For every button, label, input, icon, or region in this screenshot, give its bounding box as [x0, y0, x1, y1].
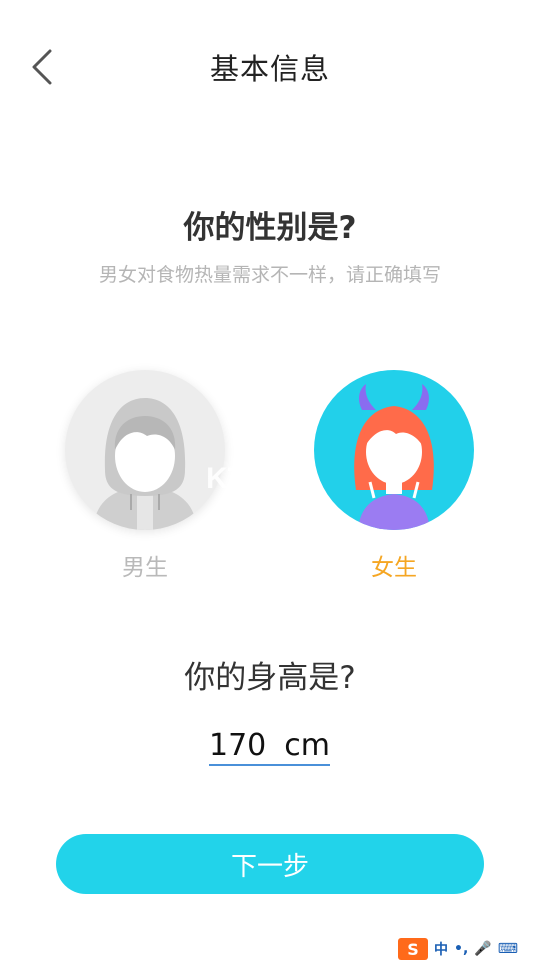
sogou-logo-icon[interactable]: S: [398, 938, 428, 960]
watermark-line2: .com: [261, 478, 291, 492]
ime-chinese-toggle[interactable]: 中: [434, 939, 448, 959]
ime-toolbar: S 中 •, 🎤 ⌨: [398, 938, 540, 960]
female-option[interactable]: [314, 370, 474, 530]
ime-punctuation-icon[interactable]: •,: [454, 941, 468, 957]
male-option[interactable]: [65, 370, 225, 530]
male-avatar: [65, 370, 225, 530]
height-value: 170: [209, 727, 267, 763]
gender-question: 你的性别是?: [183, 210, 357, 246]
ime-microphone-icon[interactable]: 🎤: [474, 941, 491, 957]
height-question: 你的身高是?: [184, 660, 356, 696]
female-avatar: [314, 370, 474, 530]
height-unit: cm: [284, 727, 330, 763]
watermark-line1: 游戏之家: [261, 465, 310, 479]
height-input[interactable]: 170 cm: [209, 726, 330, 766]
page-title: 基本信息: [209, 52, 330, 86]
header: 基本信息: [0, 0, 540, 134]
next-step-button[interactable]: 下一步: [56, 834, 484, 894]
female-avatar-icon: [354, 384, 434, 530]
male-avatar-icon: [93, 398, 197, 530]
ime-keyboard-icon[interactable]: ⌨: [498, 941, 518, 957]
male-label[interactable]: 男生: [65, 548, 225, 582]
basic-info-screen: 基本信息 你的性别是? 男女对食物热量需求不一样，请正确填写 K73 游戏之家 …: [0, 0, 540, 960]
gender-hint: 男女对食物热量需求不一样，请正确填写: [98, 264, 441, 286]
female-label[interactable]: 女生: [314, 548, 474, 582]
